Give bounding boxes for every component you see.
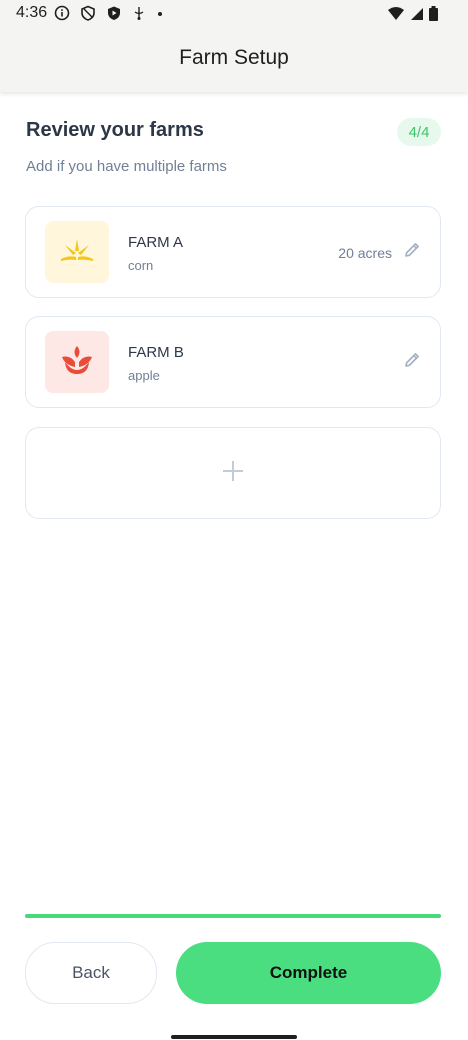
- edit-farm-a-button[interactable]: [402, 242, 422, 262]
- status-time: 4:36: [16, 4, 48, 21]
- home-indicator: [171, 1035, 297, 1039]
- progress-fill: [25, 914, 441, 918]
- play-protect-icon: [106, 5, 122, 26]
- apple-flower-icon: [60, 344, 94, 381]
- status-bar: 4:36: [0, 0, 468, 28]
- step-badge: 4/4: [397, 118, 441, 146]
- top-bar: 4:36 Farm Setup: [0, 0, 468, 92]
- farm-b-icon-box: [45, 331, 109, 393]
- add-farm-button[interactable]: [25, 427, 441, 519]
- farm-crop: corn: [128, 258, 154, 273]
- back-button[interactable]: Back: [25, 942, 157, 1004]
- complete-button[interactable]: Complete: [176, 942, 441, 1004]
- dot-icon: [156, 5, 164, 26]
- pencil-icon: [403, 241, 421, 264]
- farm-acres: 20 acres: [338, 245, 392, 261]
- farm-card-farm-a[interactable]: FARM A corn 20 acres: [25, 206, 441, 298]
- signal-icon: [410, 7, 423, 26]
- plus-icon: [221, 459, 245, 488]
- info-icon: [54, 5, 70, 26]
- farm-a-icon-box: [45, 221, 109, 283]
- shield-icon: [80, 5, 96, 26]
- farm-name: FARM B: [128, 344, 184, 361]
- status-icons-right: [388, 6, 438, 26]
- progress-bar: [25, 914, 441, 918]
- farm-name: FARM A: [128, 234, 184, 251]
- review-subtitle: Add if you have multiple farms: [26, 158, 227, 175]
- farm-setup-screen: 4:36 Farm Setup Review your farms 4/4 Ad…: [0, 0, 468, 1040]
- review-title: Review your farms: [26, 119, 204, 141]
- pencil-icon: [403, 351, 421, 374]
- wifi-icon: [388, 6, 404, 26]
- battery-icon: [429, 6, 438, 26]
- usb-icon: [132, 5, 146, 26]
- farm-crop: apple: [128, 368, 160, 383]
- corn-icon: [59, 235, 95, 270]
- edit-farm-b-button[interactable]: [402, 352, 422, 372]
- status-icons-left: [54, 5, 164, 26]
- farm-card-farm-b[interactable]: FARM B apple: [25, 316, 441, 408]
- app-bar-title: Farm Setup: [179, 46, 289, 69]
